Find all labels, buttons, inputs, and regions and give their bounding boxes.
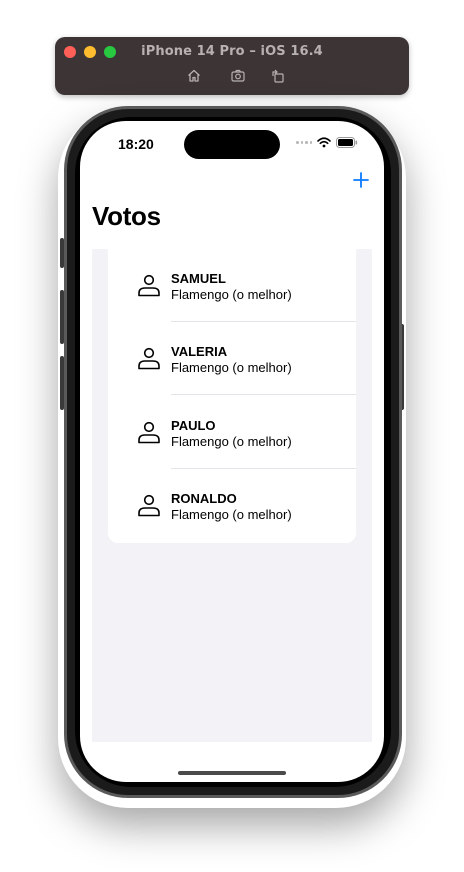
dynamic-island	[184, 130, 280, 159]
row-divider	[171, 394, 356, 395]
voter-team: Flamengo (o melhor)	[171, 507, 292, 522]
list-item[interactable]: RONALDO Flamengo (o melhor)	[108, 469, 356, 542]
cellular-signal-icon	[296, 141, 312, 144]
votes-list: SAMUEL Flamengo (o melhor) VALERIA Flame…	[108, 249, 356, 543]
list-item[interactable]: VALERIA Flamengo (o melhor)	[108, 322, 356, 395]
home-icon[interactable]	[186, 68, 202, 84]
voter-team: Flamengo (o melhor)	[171, 287, 292, 302]
voter-name: VALERIA	[171, 344, 228, 359]
status-time: 18:20	[118, 136, 154, 152]
voter-name: SAMUEL	[171, 271, 226, 286]
home-indicator[interactable]	[178, 771, 286, 775]
list-item[interactable]: SAMUEL Flamengo (o melhor)	[108, 249, 356, 322]
simulator-toolbar: iPhone 14 Pro – iOS 16.4	[55, 37, 409, 95]
wifi-icon	[317, 137, 331, 148]
voter-team: Flamengo (o melhor)	[171, 434, 292, 449]
voter-team: Flamengo (o melhor)	[171, 360, 292, 375]
add-vote-button[interactable]	[350, 169, 372, 191]
battery-icon	[336, 137, 358, 148]
page-title: Votos	[92, 201, 161, 231]
person-icon	[137, 273, 161, 297]
list-item[interactable]: PAULO Flamengo (o melhor)	[108, 396, 356, 469]
status-indicators	[296, 137, 358, 148]
rotate-icon[interactable]	[270, 68, 286, 84]
plus-icon	[353, 172, 369, 188]
voter-name: PAULO	[171, 418, 216, 433]
voter-name: RONALDO	[171, 491, 237, 506]
person-icon	[137, 420, 161, 444]
simulator-title: iPhone 14 Pro – iOS 16.4	[141, 44, 323, 59]
app-screen: 18:20 Votos SAMUEL Flamengo (o melhor) V…	[80, 121, 384, 782]
screenshot-icon[interactable]	[230, 68, 246, 84]
person-icon	[137, 346, 161, 370]
person-icon	[137, 493, 161, 517]
